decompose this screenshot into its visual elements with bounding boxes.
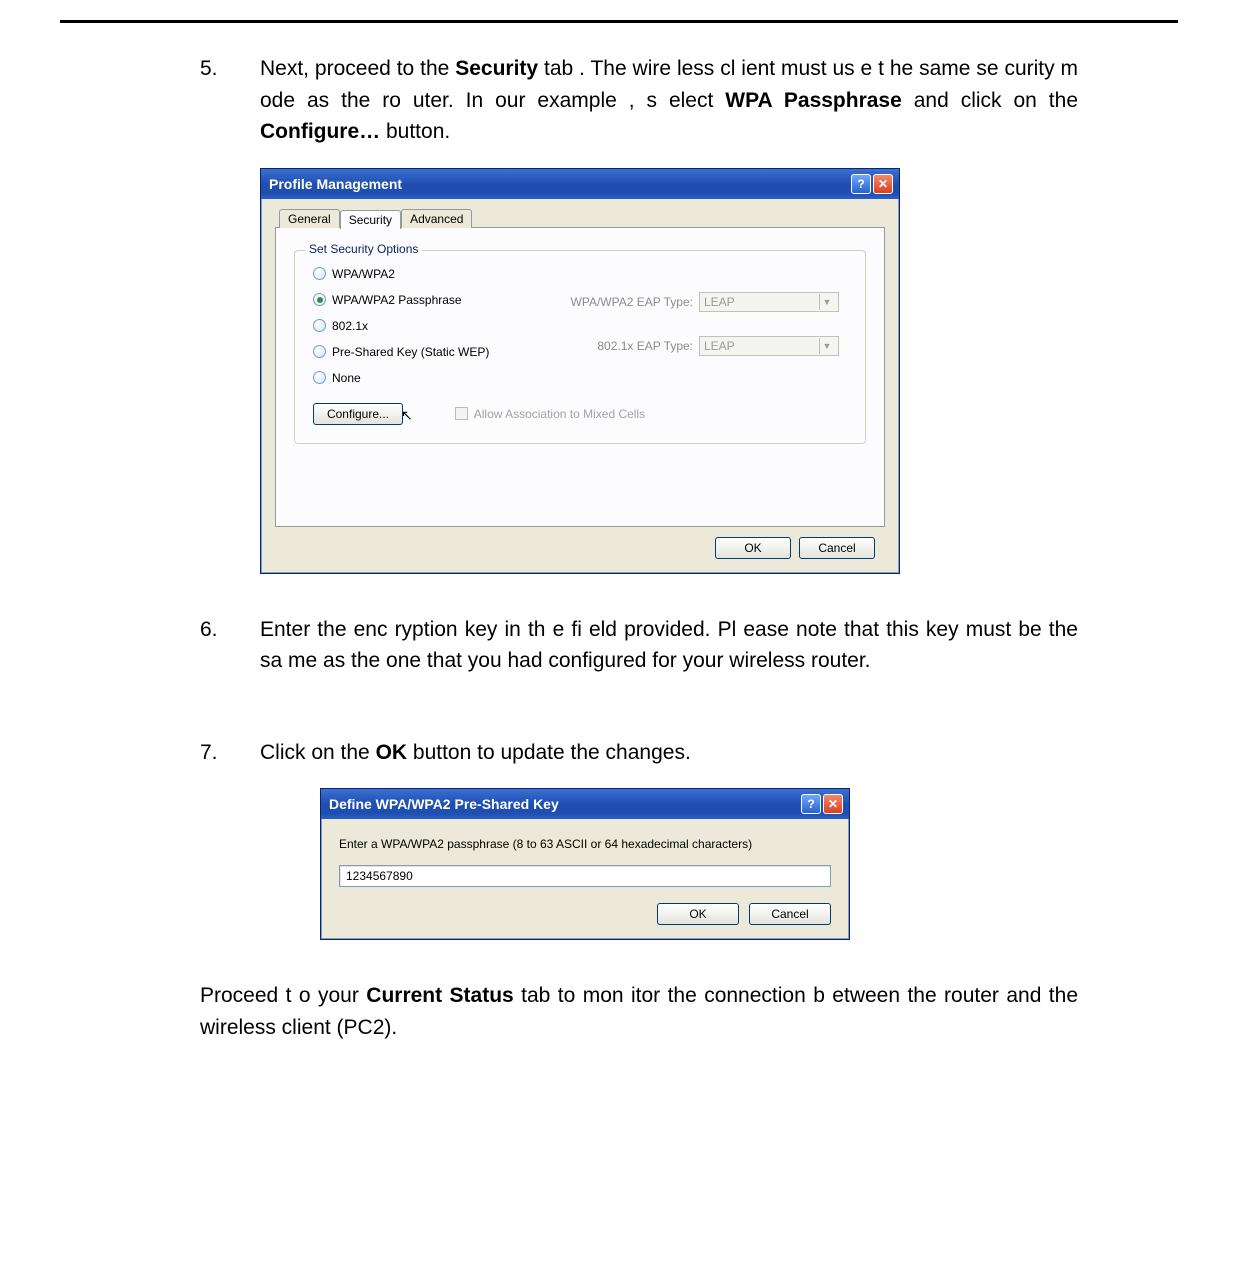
eap-label: 802.1x EAP Type: bbox=[553, 339, 693, 353]
eap-row-wpa: WPA/WPA2 EAP Type: LEAP ▼ bbox=[553, 292, 839, 312]
radio-icon bbox=[313, 345, 326, 358]
allow-mixed-cells-checkbox: Allow Association to Mixed Cells bbox=[455, 407, 645, 421]
radio-icon bbox=[313, 267, 326, 280]
dialog-body: General Security Advanced Set Security O… bbox=[261, 199, 899, 573]
radio-wpa[interactable]: WPA/WPA2 bbox=[313, 267, 523, 281]
text-fragment: button. bbox=[380, 120, 450, 143]
passphrase-instruction-label: Enter a WPA/WPA2 passphrase (8 to 63 ASC… bbox=[339, 837, 831, 851]
dialog-title: Profile Management bbox=[269, 176, 402, 192]
radio-preshared-wep[interactable]: Pre-Shared Key (Static WEP) bbox=[313, 345, 523, 359]
instruction-step-6: 6. Enter the enc ryption key in th e fi … bbox=[200, 614, 1078, 677]
text-fragment: Next, proceed to the bbox=[260, 57, 455, 80]
cursor-icon: ↖ bbox=[401, 407, 413, 424]
eap-value: LEAP bbox=[704, 295, 735, 309]
ok-button[interactable]: OK bbox=[715, 537, 791, 559]
eap-column: WPA/WPA2 EAP Type: LEAP ▼ 802.1x EAP Typ… bbox=[553, 292, 839, 356]
close-icon: ✕ bbox=[878, 177, 888, 191]
group-legend: Set Security Options bbox=[305, 242, 422, 256]
help-button[interactable]: ? bbox=[851, 174, 871, 194]
close-icon: ✕ bbox=[828, 797, 838, 811]
radio-label: None bbox=[332, 371, 361, 385]
closing-paragraph: Proceed t o your Current Status tab to m… bbox=[200, 980, 1078, 1043]
text-fragment: and click on the bbox=[902, 89, 1078, 112]
security-row: WPA/WPA2 WPA/WPA2 Passphrase 802.1x bbox=[313, 267, 847, 385]
step-text: Click on the OK button to update the cha… bbox=[260, 737, 1078, 769]
tab-security[interactable]: Security bbox=[340, 210, 401, 229]
ok-button[interactable]: OK bbox=[657, 903, 739, 925]
radio-icon bbox=[313, 319, 326, 332]
caption-buttons: ? ✕ bbox=[801, 794, 843, 814]
passphrase-input[interactable] bbox=[339, 865, 831, 887]
eap-select-8021x: LEAP ▼ bbox=[699, 336, 839, 356]
checkbox-icon bbox=[455, 407, 468, 420]
step-number: 6. bbox=[200, 614, 260, 677]
close-button[interactable]: ✕ bbox=[823, 794, 843, 814]
bold-configure: Configure… bbox=[260, 120, 380, 143]
text-fragment: Click on the bbox=[260, 741, 376, 764]
tab-advanced[interactable]: Advanced bbox=[401, 209, 472, 228]
eap-label: WPA/WPA2 EAP Type: bbox=[553, 295, 693, 309]
radio-label: WPA/WPA2 Passphrase bbox=[332, 293, 462, 307]
instruction-step-7: 7. Click on the OK button to update the … bbox=[200, 737, 1078, 769]
step-number: 5. bbox=[200, 53, 260, 148]
help-button[interactable]: ? bbox=[801, 794, 821, 814]
radio-icon bbox=[313, 293, 326, 306]
configure-button[interactable]: Configure... bbox=[313, 403, 403, 425]
help-icon: ? bbox=[807, 797, 814, 811]
radio-none[interactable]: None bbox=[313, 371, 523, 385]
radio-label: 802.1x bbox=[332, 319, 368, 333]
radio-column: WPA/WPA2 WPA/WPA2 Passphrase 802.1x bbox=[313, 267, 523, 385]
step-text: Enter the enc ryption key in th e fi eld… bbox=[260, 614, 1078, 677]
help-icon: ? bbox=[857, 177, 864, 191]
radio-8021x[interactable]: 802.1x bbox=[313, 319, 523, 333]
bold-wpa-passphrase: WPA Passphrase bbox=[725, 89, 902, 112]
text-fragment: Proceed t o your bbox=[200, 984, 366, 1007]
set-security-options-group: Set Security Options WPA/WPA2 WPA/WPA2 P… bbox=[294, 250, 866, 444]
page-top-rule bbox=[60, 20, 1178, 23]
cancel-button[interactable]: Cancel bbox=[749, 903, 831, 925]
caption-buttons: ? ✕ bbox=[851, 174, 893, 194]
titlebar: Define WPA/WPA2 Pre-Shared Key ? ✕ bbox=[321, 789, 849, 819]
tab-general[interactable]: General bbox=[279, 209, 340, 228]
eap-row-8021x: 802.1x EAP Type: LEAP ▼ bbox=[553, 336, 839, 356]
radio-label: WPA/WPA2 bbox=[332, 267, 395, 281]
checkbox-label: Allow Association to Mixed Cells bbox=[474, 407, 645, 421]
eap-value: LEAP bbox=[704, 339, 735, 353]
define-psk-dialog: Define WPA/WPA2 Pre-Shared Key ? ✕ Enter… bbox=[320, 788, 850, 940]
radio-wpa-passphrase[interactable]: WPA/WPA2 Passphrase bbox=[313, 293, 523, 307]
radio-label: Pre-Shared Key (Static WEP) bbox=[332, 345, 489, 359]
instruction-step-5: 5. Next, proceed to the Security tab . T… bbox=[200, 53, 1078, 148]
dialog-footer: OK Cancel bbox=[339, 903, 831, 925]
tab-strip: General Security Advanced bbox=[279, 209, 885, 228]
step-number: 7. bbox=[200, 737, 260, 769]
bold-current-status: Current Status bbox=[366, 984, 513, 1007]
chevron-down-icon: ▼ bbox=[819, 294, 834, 310]
tab-panel-security: Set Security Options WPA/WPA2 WPA/WPA2 P… bbox=[275, 227, 885, 527]
eap-select-wpa: LEAP ▼ bbox=[699, 292, 839, 312]
text-fragment: button to update the changes. bbox=[407, 741, 691, 764]
dialog-body: Enter a WPA/WPA2 passphrase (8 to 63 ASC… bbox=[321, 819, 849, 939]
radio-icon bbox=[313, 371, 326, 384]
dialog-title: Define WPA/WPA2 Pre-Shared Key bbox=[329, 796, 559, 812]
chevron-down-icon: ▼ bbox=[819, 338, 834, 354]
bold-security: Security bbox=[455, 57, 538, 80]
configure-row: Configure... ↖ Allow Association to Mixe… bbox=[313, 403, 847, 425]
close-button[interactable]: ✕ bbox=[873, 174, 893, 194]
dialog-footer: OK Cancel bbox=[275, 527, 885, 559]
bold-ok: OK bbox=[376, 741, 408, 764]
step-text: Next, proceed to the Security tab . The … bbox=[260, 53, 1078, 148]
cancel-button[interactable]: Cancel bbox=[799, 537, 875, 559]
titlebar: Profile Management ? ✕ bbox=[261, 169, 899, 199]
profile-management-dialog: Profile Management ? ✕ General Security … bbox=[260, 168, 900, 574]
